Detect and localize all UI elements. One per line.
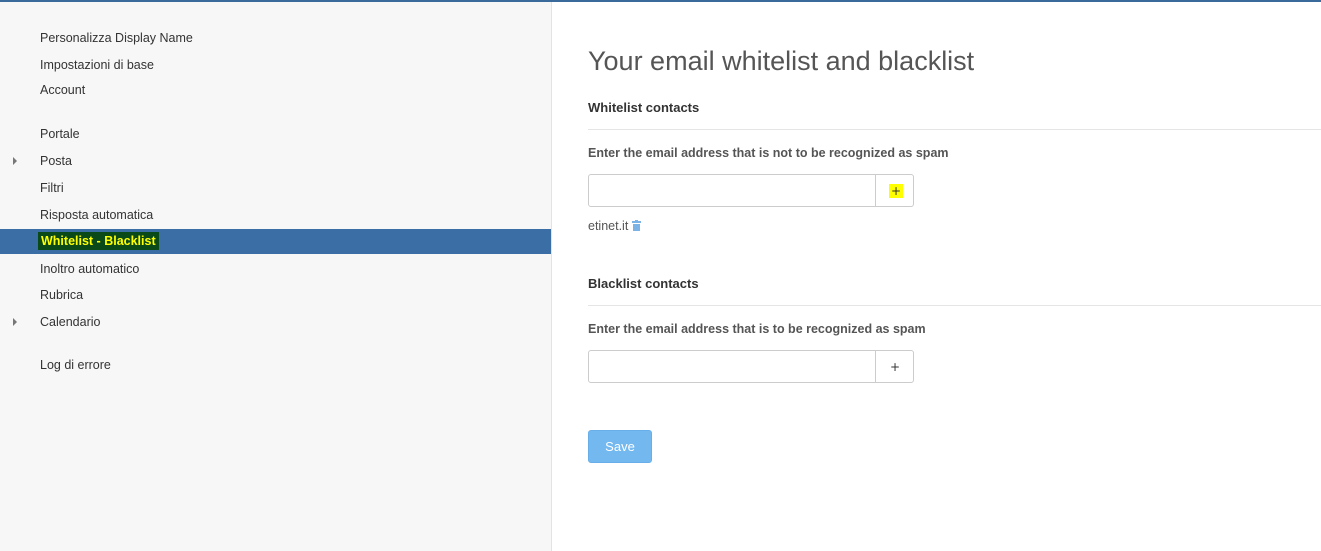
caret-right-icon[interactable]	[13, 157, 17, 165]
save-button[interactable]: Save	[588, 430, 652, 463]
sidebar-item-account[interactable]: Account	[0, 77, 551, 103]
sidebar-item-label: Account	[40, 83, 86, 97]
sidebar-item-portale[interactable]: Portale	[0, 121, 551, 147]
sidebar-item-rubrica[interactable]: Rubrica	[0, 282, 551, 308]
sidebar-item-label: Inoltro automatico	[40, 262, 140, 276]
whitelist-email-input[interactable]	[588, 174, 876, 207]
blacklist-heading: Blacklist contacts	[588, 276, 699, 291]
sidebar: Personalizza Display Name Impostazioni d…	[0, 2, 552, 551]
plus-icon: +	[889, 184, 904, 198]
whitelist-entry-text: etinet.it	[588, 219, 629, 233]
sidebar-item-risposta-automatica[interactable]: Risposta automatica	[0, 202, 551, 228]
sidebar-item-posta[interactable]: Posta	[0, 148, 551, 174]
whitelist-heading: Whitelist contacts	[588, 100, 700, 115]
sidebar-item-calendario[interactable]: Calendario	[0, 309, 551, 335]
sidebar-item-whitelist-blacklist[interactable]: Whitelist - Blacklist	[0, 229, 551, 254]
sidebar-item-label: Rubrica	[40, 288, 84, 302]
sidebar-item-label: Whitelist - Blacklist	[38, 232, 159, 250]
sidebar-item-label: Filtri	[40, 181, 64, 195]
plus-icon: +	[890, 360, 901, 374]
caret-right-icon[interactable]	[13, 318, 17, 326]
trash-icon[interactable]	[632, 220, 642, 231]
sidebar-item-log-di-errore[interactable]: Log di errore	[0, 352, 551, 378]
whitelist-entry: etinet.it	[588, 218, 642, 234]
sidebar-item-impostazioni-di-base[interactable]: Impostazioni di base	[0, 52, 551, 78]
page-title: Your email whitelist and blacklist	[588, 46, 975, 76]
blacklist-prompt: Enter the email address that is to be re…	[588, 322, 926, 336]
sidebar-item-inoltro-automatico[interactable]: Inoltro automatico	[0, 256, 551, 282]
whitelist-add-button[interactable]: +	[876, 174, 914, 207]
whitelist-input-group: +	[588, 174, 915, 207]
blacklist-input-group: +	[588, 350, 915, 383]
sidebar-item-label: Posta	[40, 154, 72, 168]
sidebar-item-personalizza-display-name[interactable]: Personalizza Display Name	[0, 25, 551, 51]
sidebar-item-label: Personalizza Display Name	[40, 31, 193, 45]
divider	[588, 129, 1321, 130]
whitelist-prompt: Enter the email address that is not to b…	[588, 146, 949, 160]
sidebar-item-label: Portale	[40, 127, 80, 141]
sidebar-item-label: Risposta automatica	[40, 208, 154, 222]
sidebar-item-label: Impostazioni di base	[40, 58, 154, 72]
divider	[588, 305, 1321, 306]
sidebar-item-filtri[interactable]: Filtri	[0, 175, 551, 201]
sidebar-item-label: Log di errore	[40, 358, 111, 372]
sidebar-item-label: Calendario	[40, 315, 101, 329]
main-content: Your email whitelist and blacklist White…	[588, 0, 1321, 551]
blacklist-email-input[interactable]	[588, 350, 876, 383]
blacklist-add-button[interactable]: +	[876, 350, 914, 383]
